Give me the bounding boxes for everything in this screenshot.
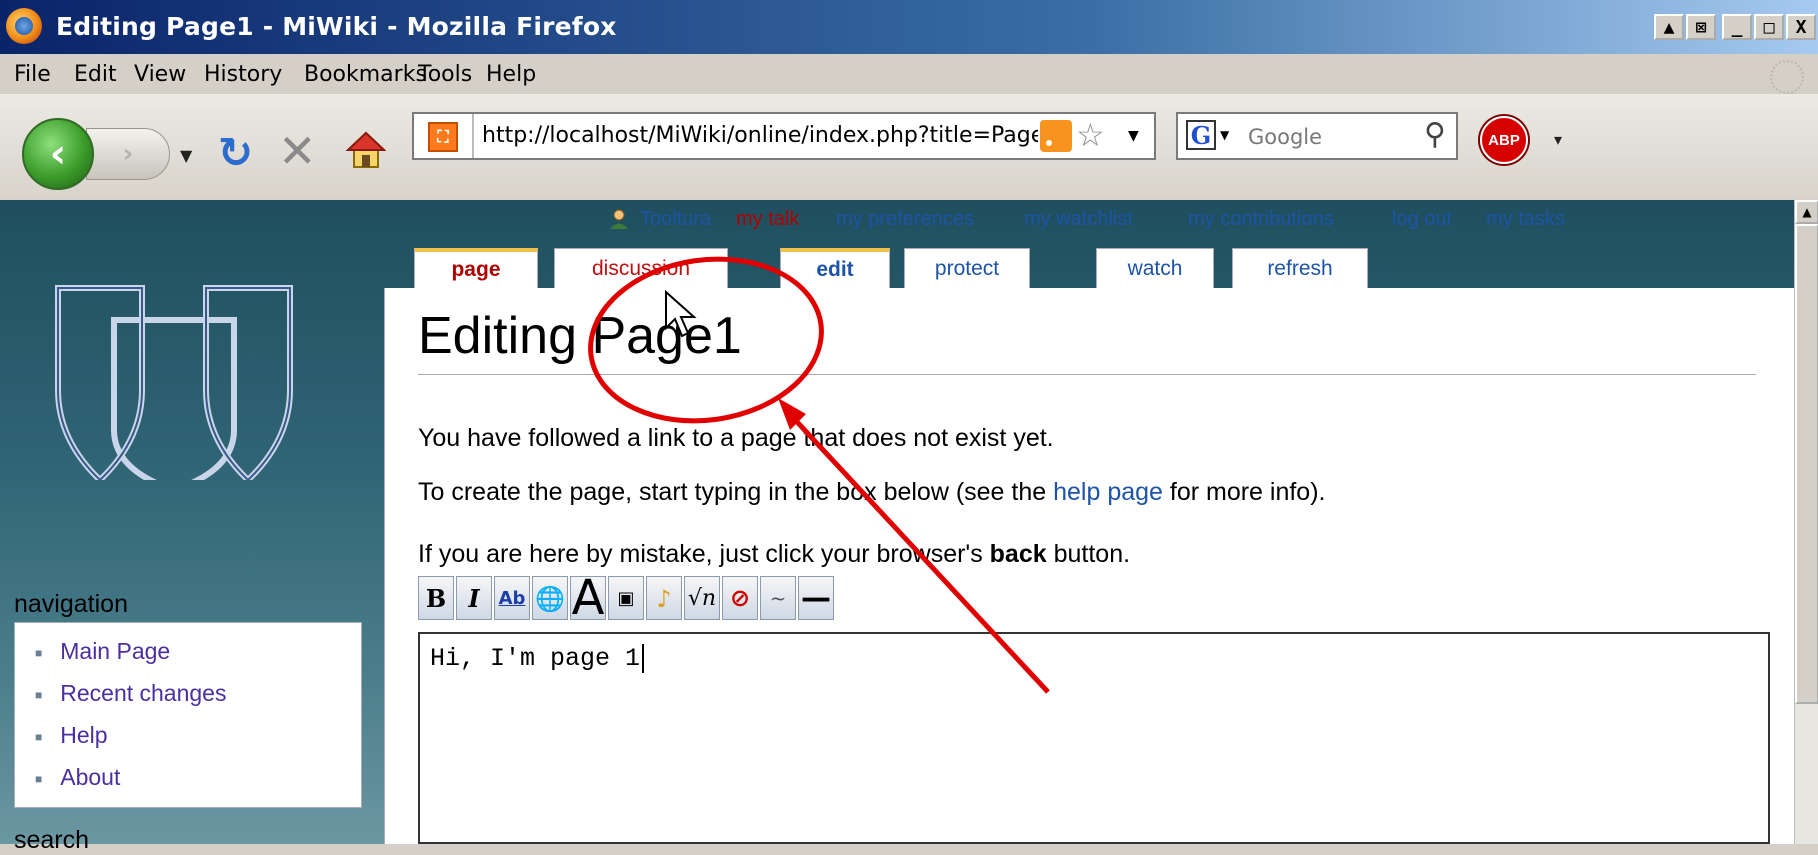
edit-textarea[interactable]: Hi, I'm page 1 (418, 632, 1770, 844)
notice-mistake: If you are here by mistake, just click y… (418, 540, 1130, 569)
navigation-heading: navigation (14, 590, 128, 618)
user-link-watchlist[interactable]: my watchlist (1024, 208, 1133, 231)
edit-toolbar: B I Ab 🌐 A ▣ ♪ √n ⊘ ~ — (418, 570, 836, 626)
search-input[interactable]: Google (1248, 125, 1322, 149)
horizontal-line-icon[interactable]: — (798, 576, 834, 620)
menu-view[interactable]: View (134, 62, 186, 87)
url-text[interactable]: http://localhost/MiWiki/online/index.php… (482, 123, 1038, 148)
notice-nonexistent: You have followed a link to a page that … (418, 424, 1054, 452)
mouse-pointer-icon (665, 290, 697, 338)
tab-edit[interactable]: edit (780, 248, 890, 288)
notice-create-text-a: To create the page, start typing in the … (418, 478, 1054, 506)
search-box[interactable]: G ▼ Google ⚲ (1176, 112, 1458, 160)
nav-main-page[interactable]: Main Page (35, 633, 361, 675)
external-link-icon[interactable]: 🌐 (532, 576, 568, 620)
menu-tools[interactable]: Tools (418, 62, 472, 87)
menu-bar: File Edit View History Bookmarks Tools H… (0, 54, 1818, 95)
menu-help[interactable]: Help (486, 62, 536, 87)
nav-help[interactable]: Help (35, 717, 361, 759)
user-link-contributions[interactable]: my contributions (1188, 208, 1334, 231)
firefox-icon (6, 8, 42, 44)
menu-history[interactable]: History (204, 62, 282, 87)
window-title: Editing Page1 - MiWiki - Mozilla Firefox (56, 12, 617, 41)
headline-icon[interactable]: A (570, 570, 606, 626)
math-formula-icon[interactable]: √n (684, 576, 720, 620)
url-dropdown-icon[interactable]: ▼ (1128, 128, 1139, 144)
tab-protect[interactable]: protect (904, 248, 1030, 288)
search-icon[interactable]: ⚲ (1424, 117, 1446, 152)
user-link-tasks[interactable]: my tasks (1486, 208, 1565, 231)
notice-create: To create the page, start typing in the … (418, 478, 1326, 507)
tab-discussion[interactable]: discussion (554, 248, 728, 288)
wiki-logo[interactable] (38, 280, 310, 480)
site-favicon-icon: ⛶ (428, 122, 458, 152)
notice-mistake-text-b: button. (1046, 540, 1131, 568)
stop-icon[interactable]: ✕ (278, 124, 317, 178)
menu-bookmarks[interactable]: Bookmarks (304, 62, 427, 87)
media-file-icon[interactable]: ♪ (646, 576, 682, 620)
user-links: Tooltura my talk my preferences my watch… (0, 208, 1818, 234)
editor-content[interactable]: Hi, I'm page 1 (430, 644, 640, 673)
adblock-plus-icon[interactable]: ABP (1480, 116, 1528, 164)
text-cursor (642, 644, 645, 673)
embedded-image-icon[interactable]: ▣ (608, 576, 644, 620)
tab-watch[interactable]: watch (1096, 248, 1214, 288)
forward-button[interactable]: › (86, 128, 170, 180)
search-heading: search (14, 826, 90, 854)
url-bar[interactable]: ⛶ http://localhost/MiWiki/online/index.p… (412, 112, 1156, 160)
close-button[interactable]: X (1786, 14, 1816, 40)
tab-refresh[interactable]: refresh (1232, 248, 1368, 288)
title-divider (418, 374, 1756, 375)
user-link-logout[interactable]: log out (1392, 208, 1452, 231)
menu-file[interactable]: File (14, 62, 51, 87)
help-page-link[interactable]: help page (1053, 478, 1163, 506)
bookmark-star-icon[interactable]: ☆ (1076, 116, 1105, 154)
maximize-button[interactable]: □ (1754, 14, 1784, 40)
reload-icon[interactable]: ↻ (218, 128, 253, 177)
internal-link-icon[interactable]: Ab (494, 576, 530, 620)
title-bar: Editing Page1 - MiWiki - Mozilla Firefox… (0, 0, 1818, 54)
nowiki-icon[interactable]: ⊘ (722, 576, 758, 620)
history-dropdown-icon[interactable]: ▼ (180, 146, 192, 165)
minimize-button[interactable]: _ (1722, 14, 1752, 40)
back-button[interactable]: ‹ (22, 118, 94, 190)
engine-dropdown-icon[interactable]: ▼ (1220, 128, 1229, 142)
user-link-preferences[interactable]: my preferences (836, 208, 974, 231)
menu-edit[interactable]: Edit (74, 62, 117, 87)
toolbar-overflow-icon[interactable]: ▾ (1554, 130, 1562, 149)
signature-icon[interactable]: ~ (760, 576, 796, 620)
user-link-talk[interactable]: my talk (736, 208, 799, 231)
nav-recent-changes[interactable]: Recent changes (35, 675, 361, 717)
home-icon[interactable] (346, 130, 386, 170)
notice-create-text-b: for more info). (1162, 478, 1326, 506)
restore-alt-window-button[interactable]: ⊠ (1686, 14, 1716, 40)
rss-feed-icon[interactable] (1040, 120, 1072, 152)
italic-icon[interactable]: I (456, 576, 492, 620)
throbber-icon (1770, 60, 1804, 94)
user-link-name[interactable]: Tooltura (640, 208, 711, 231)
vertical-scrollbar[interactable]: ▲ (1794, 200, 1818, 844)
notice-mistake-bold: back (989, 540, 1047, 568)
bold-icon[interactable]: B (418, 576, 454, 620)
tab-page[interactable]: page (414, 248, 538, 288)
notice-mistake-text-a: If you are here by mistake, just click y… (418, 540, 990, 568)
navigation-portlet: Main Page Recent changes Help About (14, 622, 362, 808)
scroll-up-window-button[interactable]: ▲ (1654, 14, 1684, 40)
google-engine-icon[interactable]: G (1186, 120, 1216, 150)
scrollbar-thumb[interactable] (1795, 224, 1818, 704)
scroll-up-icon[interactable]: ▲ (1795, 200, 1818, 224)
nav-about[interactable]: About (35, 759, 361, 801)
